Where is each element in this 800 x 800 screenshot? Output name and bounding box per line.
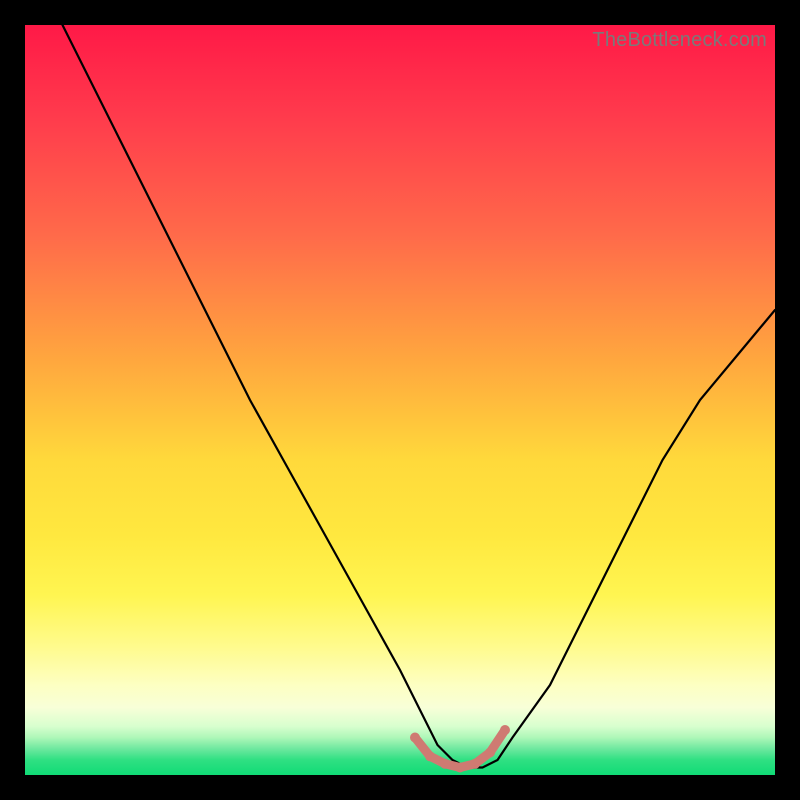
- bottom-highlight: [410, 725, 510, 773]
- chart-frame: TheBottleneck.com: [0, 0, 800, 800]
- chart-overlay: [25, 25, 775, 775]
- plot-area: TheBottleneck.com: [25, 25, 775, 775]
- curve-line: [63, 25, 776, 768]
